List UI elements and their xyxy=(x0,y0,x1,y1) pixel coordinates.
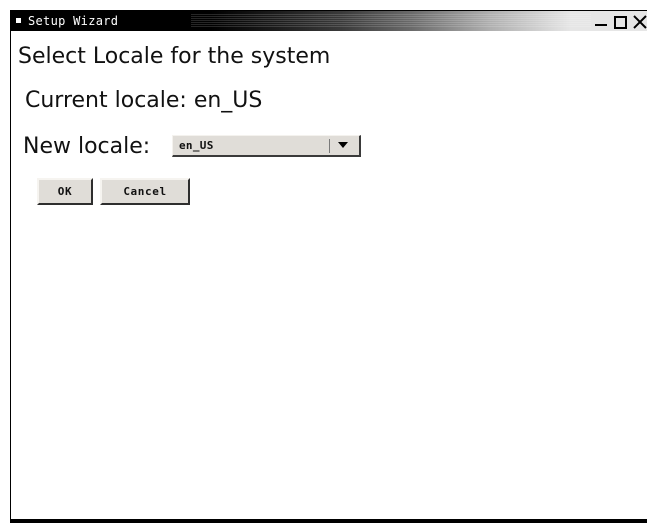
window-bottom-border xyxy=(10,519,647,523)
new-locale-label: New locale: xyxy=(23,134,151,159)
chevron-down-icon[interactable] xyxy=(338,142,348,148)
locale-select[interactable]: en_US xyxy=(172,135,361,157)
setup-wizard-window: Setup Wizard Select Locale for the syste… xyxy=(10,10,647,520)
page-title: Select Locale for the system xyxy=(18,44,331,69)
window-menu-icon[interactable] xyxy=(16,18,21,23)
cancel-button[interactable]: Cancel xyxy=(100,178,190,205)
window-title: Setup Wizard xyxy=(28,14,119,28)
current-locale-text: Current locale: en_US xyxy=(25,88,263,113)
maximize-icon[interactable] xyxy=(612,12,628,30)
minimize-icon[interactable] xyxy=(593,12,609,30)
select-divider xyxy=(329,139,330,153)
close-icon[interactable] xyxy=(632,12,647,30)
locale-select-value: en_US xyxy=(179,139,214,152)
title-bar[interactable]: Setup Wizard xyxy=(11,11,647,31)
ok-button[interactable]: OK xyxy=(37,178,93,205)
